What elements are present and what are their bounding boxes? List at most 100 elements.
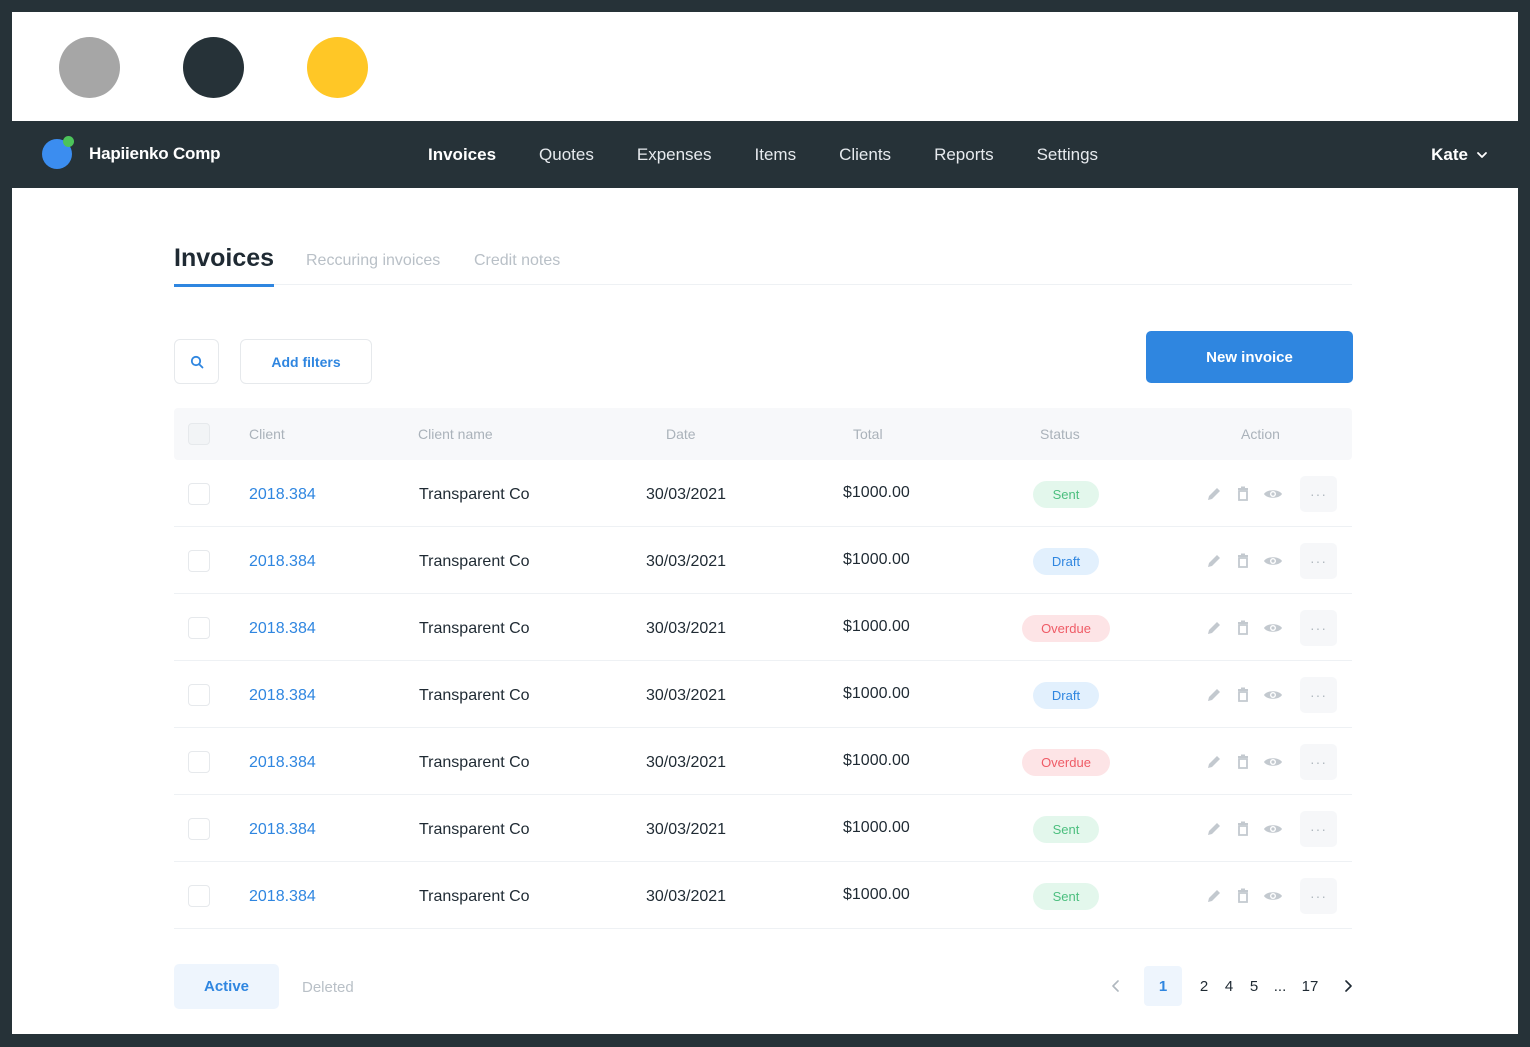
- nav-item-reports[interactable]: Reports: [934, 145, 994, 165]
- eye-icon[interactable]: [1263, 686, 1283, 704]
- row-checkbox[interactable]: [188, 550, 210, 572]
- trash-icon[interactable]: [1234, 485, 1252, 503]
- table-row[interactable]: 2018.384 Transparent Co 30/03/2021 $1000…: [174, 594, 1352, 661]
- pencil-icon[interactable]: [1205, 887, 1223, 905]
- trash-icon[interactable]: [1234, 552, 1252, 570]
- row-checkbox[interactable]: [188, 885, 210, 907]
- eye-icon[interactable]: [1263, 753, 1283, 771]
- more-actions-button[interactable]: ···: [1300, 811, 1337, 847]
- eye-icon[interactable]: [1263, 619, 1283, 637]
- pencil-icon[interactable]: [1205, 686, 1223, 704]
- client-name: Transparent Co: [419, 687, 530, 704]
- header-client-name[interactable]: Client name: [418, 426, 493, 442]
- trash-icon[interactable]: [1234, 686, 1252, 704]
- status-badge: Sent: [1033, 481, 1099, 508]
- trash-icon[interactable]: [1234, 820, 1252, 838]
- new-invoice-button[interactable]: New invoice: [1146, 331, 1353, 383]
- brand-name: Hapiienko Comp: [89, 144, 221, 163]
- invoice-date: 30/03/2021: [646, 486, 727, 503]
- invoice-date: 30/03/2021: [646, 620, 727, 637]
- more-actions-button[interactable]: ···: [1300, 476, 1337, 512]
- tab-active[interactable]: Active: [174, 964, 279, 1009]
- next-page-button[interactable]: [1340, 966, 1356, 1006]
- client-id-link[interactable]: 2018.384: [249, 486, 316, 504]
- client-name: Transparent Co: [419, 888, 530, 905]
- page-1-button[interactable]: 1: [1144, 966, 1182, 1006]
- invoices-table: Client Client name Date Total Status Act…: [174, 408, 1352, 929]
- status-badge: Draft: [1033, 682, 1099, 709]
- select-all-checkbox[interactable]: [188, 423, 210, 445]
- table-row[interactable]: 2018.384 Transparent Co 30/03/2021 $1000…: [174, 862, 1352, 929]
- trash-icon[interactable]: [1234, 753, 1252, 771]
- client-id-link[interactable]: 2018.384: [249, 754, 316, 772]
- tab-invoices[interactable]: Invoices: [174, 244, 275, 287]
- header-client[interactable]: Client: [249, 426, 285, 442]
- eye-icon[interactable]: [1263, 552, 1283, 570]
- invoice-date: 30/03/2021: [646, 821, 727, 838]
- client-id-link[interactable]: 2018.384: [249, 821, 316, 839]
- page-2-button[interactable]: 2: [1196, 966, 1212, 1006]
- table-row[interactable]: 2018.384 Transparent Co 30/03/2021 $1000…: [174, 661, 1352, 728]
- header-date[interactable]: Date: [666, 426, 696, 442]
- client-id-link[interactable]: 2018.384: [249, 620, 316, 638]
- pencil-icon[interactable]: [1205, 753, 1223, 771]
- row-checkbox[interactable]: [188, 818, 210, 840]
- header-action: Action: [1241, 426, 1280, 442]
- table-row[interactable]: 2018.384 Transparent Co 30/03/2021 $1000…: [174, 728, 1352, 795]
- tab-deleted[interactable]: Deleted: [302, 979, 354, 996]
- eye-icon[interactable]: [1263, 485, 1283, 503]
- search-button[interactable]: [174, 339, 219, 384]
- trash-icon[interactable]: [1234, 887, 1252, 905]
- invoice-date: 30/03/2021: [646, 754, 727, 771]
- prev-page-button[interactable]: [1106, 966, 1126, 1006]
- eye-icon[interactable]: [1263, 820, 1283, 838]
- more-actions-button[interactable]: ···: [1300, 677, 1337, 713]
- more-actions-button[interactable]: ···: [1300, 610, 1337, 646]
- nav-item-clients[interactable]: Clients: [839, 145, 891, 165]
- tab-recurring-invoices[interactable]: Reccuring invoices: [306, 252, 440, 270]
- table-row[interactable]: 2018.384 Transparent Co 30/03/2021 $1000…: [174, 795, 1352, 862]
- table-row[interactable]: 2018.384 Transparent Co 30/03/2021 $1000…: [174, 527, 1352, 594]
- nav-item-settings[interactable]: Settings: [1037, 145, 1098, 165]
- main-nav: Invoices Quotes Expenses Items Clients R…: [428, 121, 1141, 188]
- row-checkbox[interactable]: [188, 751, 210, 773]
- client-id-link[interactable]: 2018.384: [249, 888, 316, 906]
- invoice-date: 30/03/2021: [646, 553, 727, 570]
- chevron-left-icon: [1112, 980, 1119, 992]
- user-menu[interactable]: Kate: [1431, 121, 1488, 188]
- client-id-link[interactable]: 2018.384: [249, 687, 316, 705]
- more-actions-button[interactable]: ···: [1300, 744, 1337, 780]
- invoice-total: $1000.00: [843, 819, 910, 836]
- pencil-icon[interactable]: [1205, 820, 1223, 838]
- chevron-down-icon: [1477, 151, 1487, 158]
- tab-credit-notes[interactable]: Credit notes: [474, 252, 560, 270]
- nav-item-quotes[interactable]: Quotes: [539, 145, 594, 165]
- search-icon: [190, 355, 203, 368]
- invoice-total: $1000.00: [843, 484, 910, 501]
- page-5-button[interactable]: 5: [1246, 966, 1262, 1006]
- more-actions-button[interactable]: ···: [1300, 543, 1337, 579]
- brand[interactable]: Hapiienko Comp: [42, 136, 221, 170]
- header-status[interactable]: Status: [1040, 426, 1080, 442]
- eye-icon[interactable]: [1263, 887, 1283, 905]
- header-total[interactable]: Total: [853, 426, 883, 442]
- page-4-button[interactable]: 4: [1221, 966, 1237, 1006]
- nav-item-expenses[interactable]: Expenses: [637, 145, 712, 165]
- client-id-link[interactable]: 2018.384: [249, 553, 316, 571]
- pencil-icon[interactable]: [1205, 619, 1223, 637]
- table-row[interactable]: 2018.384 Transparent Co 30/03/2021 $1000…: [174, 460, 1352, 527]
- trash-icon[interactable]: [1234, 619, 1252, 637]
- table-header: Client Client name Date Total Status Act…: [174, 408, 1352, 460]
- row-checkbox[interactable]: [188, 483, 210, 505]
- client-name: Transparent Co: [419, 754, 530, 771]
- add-filters-button[interactable]: Add filters: [240, 339, 372, 384]
- nav-item-invoices[interactable]: Invoices: [428, 145, 496, 165]
- page-17-button[interactable]: 17: [1298, 966, 1322, 1006]
- nav-item-items[interactable]: Items: [755, 145, 797, 165]
- more-actions-button[interactable]: ···: [1300, 878, 1337, 914]
- status-badge: Draft: [1033, 548, 1099, 575]
- pencil-icon[interactable]: [1205, 485, 1223, 503]
- row-checkbox[interactable]: [188, 617, 210, 639]
- row-checkbox[interactable]: [188, 684, 210, 706]
- pencil-icon[interactable]: [1205, 552, 1223, 570]
